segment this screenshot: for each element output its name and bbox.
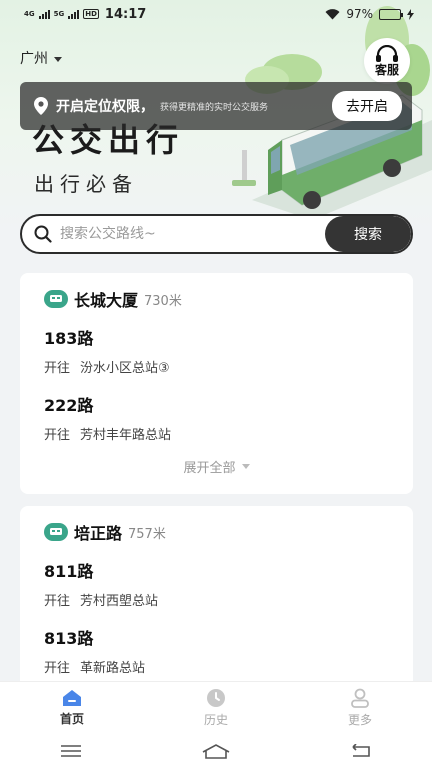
customer-service-button[interactable]: 客服 [364, 38, 410, 84]
city-name: 广州 [20, 51, 48, 67]
back-icon[interactable] [350, 743, 372, 758]
route-item[interactable]: 811路 开往 芳村西塱总站 [44, 558, 389, 609]
network-5g-label: 5G [53, 9, 65, 18]
route-item[interactable]: 183路 开往 汾水小区总站③ [44, 325, 389, 376]
direction-prefix: 开往 [44, 428, 71, 443]
city-selector[interactable]: 广州 [20, 48, 62, 68]
stop-name: 长城大厦 [74, 291, 139, 310]
nav-label-home: 首页 [59, 711, 84, 726]
stop-card[interactable]: 长城大厦 730米 183路 开往 汾水小区总站③ 222路 开往 芳村丰年路总… [20, 273, 413, 494]
stop-card[interactable]: 培正路 757米 811路 开往 芳村西塱总站 813路 开往 革新路总站 [20, 506, 413, 706]
menu-icon[interactable] [60, 744, 82, 758]
route-name: 183路 [44, 329, 94, 348]
route-destination: 革新路总站 [80, 661, 146, 676]
route-name: 222路 [44, 396, 94, 415]
nav-item-history[interactable]: 历史 [176, 688, 256, 728]
customer-service-label: 客服 [374, 62, 399, 77]
expand-all-label: 展开全部 [183, 461, 236, 476]
direction-prefix: 开往 [44, 661, 71, 676]
route-name: 813路 [44, 629, 94, 648]
bus-stop-icon [44, 523, 68, 541]
route-name: 811路 [44, 562, 94, 581]
network-4g-label: 4G [24, 9, 35, 18]
bottom-navigation: 首页 历史 更多 [0, 681, 432, 733]
home-outline-icon[interactable] [201, 743, 231, 759]
nav-label-more: 更多 [347, 712, 372, 727]
system-navigation-bar [0, 733, 432, 768]
stop-name: 培正路 [74, 524, 123, 543]
location-banner-title: 开启定位权限， [56, 99, 154, 115]
search-button[interactable]: 搜索 [325, 216, 411, 252]
battery-percent: 97% [346, 7, 373, 21]
charging-icon [407, 8, 414, 20]
route-item[interactable]: 813路 开往 革新路总站 [44, 625, 389, 676]
clock-time: 14:17 [104, 6, 147, 22]
signal-icon [38, 9, 50, 19]
location-pin-icon [34, 97, 48, 115]
enable-location-button[interactable]: 去开启 [332, 91, 402, 121]
direction-prefix: 开往 [44, 361, 71, 376]
route-item[interactable]: 222路 开往 芳村丰年路总站 [44, 392, 389, 443]
battery-icon [379, 8, 403, 20]
stop-distance: 730米 [144, 293, 182, 309]
route-destination: 芳村西塱总站 [80, 594, 159, 609]
search-bar: 搜索 [20, 214, 413, 254]
page-subtitle: 出行必备 [34, 172, 138, 196]
nav-item-home[interactable]: 首页 [32, 689, 112, 727]
direction-prefix: 开往 [44, 594, 71, 609]
search-icon [34, 225, 52, 243]
location-permission-banner: 开启定位权限， 获得更精准的实时公交服务 去开启 [20, 82, 412, 130]
home-icon [63, 689, 81, 706]
hd-badge: HD [83, 9, 99, 19]
nav-item-more[interactable]: 更多 [320, 688, 400, 728]
route-destination: 芳村丰年路总站 [80, 428, 172, 443]
chevron-down-icon [54, 56, 62, 62]
user-icon [351, 688, 369, 708]
location-banner-description: 获得更精准的实时公交服务 [160, 102, 269, 113]
search-input[interactable] [52, 226, 325, 242]
nav-label-history: 历史 [203, 712, 228, 727]
clock-icon [207, 688, 225, 707]
signal-icon [68, 9, 80, 19]
expand-all-button[interactable]: 展开全部 [44, 457, 389, 476]
chevron-down-icon [241, 464, 250, 469]
stop-distance: 757米 [128, 526, 166, 542]
status-bar: 4G 5G HD 14:17 97% [0, 0, 432, 28]
bus-stop-icon [44, 290, 68, 308]
wifi-icon [325, 8, 340, 19]
route-destination: 汾水小区总站③ [80, 361, 170, 376]
